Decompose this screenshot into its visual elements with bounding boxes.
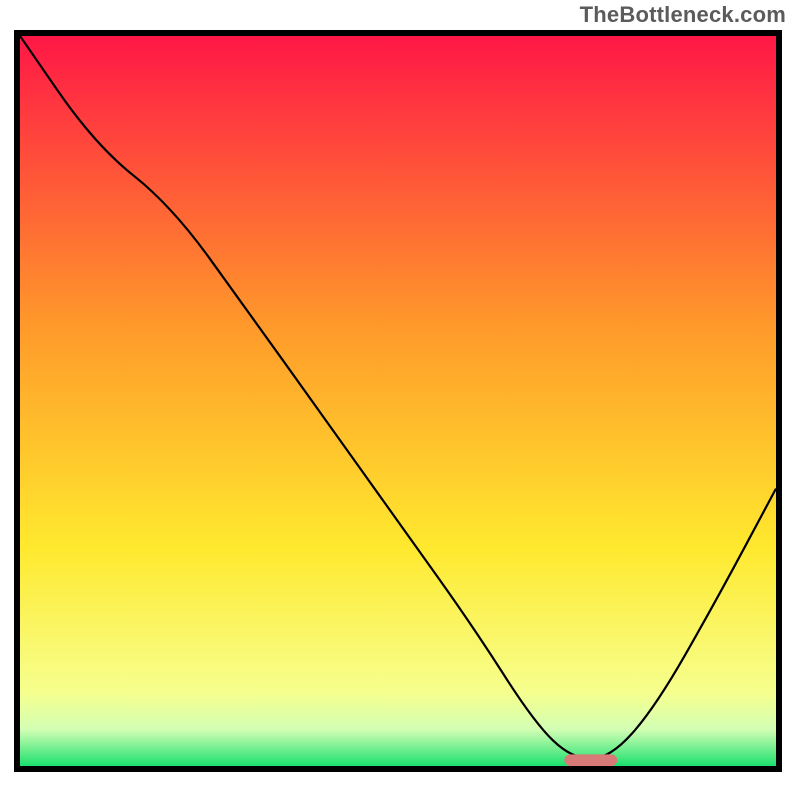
watermark-text: TheBottleneck.com xyxy=(580,2,786,28)
optimal-range-marker xyxy=(564,754,617,766)
chart-frame: TheBottleneck.com xyxy=(0,0,800,800)
plot-area xyxy=(14,30,782,772)
plot-svg xyxy=(20,36,776,766)
gradient-background xyxy=(20,36,776,766)
